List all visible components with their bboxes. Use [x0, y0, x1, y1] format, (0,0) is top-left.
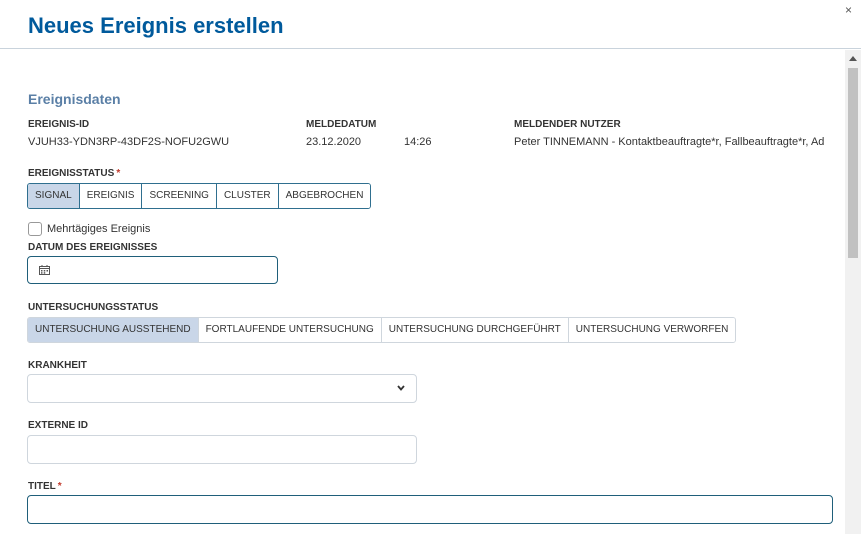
- reporting-user-label: MELDENDER NUTZER: [514, 119, 621, 130]
- event-date-input[interactable]: [27, 256, 278, 284]
- investigation-status-option[interactable]: UNTERSUCHUNG DURCHGEFÜHRT: [381, 318, 569, 342]
- disease-label: KRANKHEIT: [28, 360, 87, 371]
- event-status-option[interactable]: CLUSTER: [216, 184, 279, 208]
- scroll-up-icon[interactable]: [849, 56, 857, 61]
- dialog-header: Neues Ereignis erstellen ×: [0, 0, 861, 49]
- disease-select[interactable]: [27, 374, 417, 403]
- title-input[interactable]: [27, 495, 833, 524]
- event-date-label: DATUM DES EREIGNISSES: [28, 242, 158, 253]
- event-id-value: VJUH33-YDN3RP-43DF2S-NOFU2GWU: [28, 136, 230, 148]
- investigation-status-label: UNTERSUCHUNGSSTATUS: [28, 302, 159, 313]
- investigation-status-option[interactable]: UNTERSUCHUNG VERWORFEN: [568, 318, 736, 342]
- external-id-input[interactable]: [27, 435, 417, 464]
- investigation-status-options: UNTERSUCHUNG AUSSTEHEND FORTLAUFENDE UNTE…: [27, 317, 737, 343]
- report-date-label: MELDEDATUM: [306, 119, 377, 130]
- event-id-label: EREIGNIS-ID: [28, 119, 90, 130]
- vertical-scrollbar[interactable]: [845, 50, 861, 534]
- investigation-status-option[interactable]: UNTERSUCHUNG AUSSTEHEND: [28, 318, 199, 342]
- required-marker: *: [116, 168, 121, 179]
- required-marker: *: [57, 481, 62, 492]
- report-time-value: 14:26: [404, 136, 432, 148]
- dialog-content: Ereignisdaten EREIGNIS-ID VJUH33-YDN3RP-…: [0, 50, 845, 534]
- event-status-option[interactable]: SIGNAL: [28, 184, 80, 208]
- close-icon[interactable]: ×: [845, 4, 852, 16]
- event-status-option[interactable]: SCREENING: [142, 184, 217, 208]
- calendar-icon: [39, 265, 50, 275]
- event-status-option[interactable]: EREIGNIS: [79, 184, 143, 208]
- investigation-status-option[interactable]: FORTLAUFENDE UNTERSUCHUNG: [198, 318, 382, 342]
- multiday-checkbox[interactable]: [28, 222, 42, 236]
- reporting-user-value: Peter TINNEMANN - Kontaktbeauftragte*r, …: [514, 136, 825, 148]
- event-status-label: EREIGNISSTATUS *: [28, 168, 120, 179]
- scrollbar-thumb[interactable]: [848, 68, 858, 258]
- title-label: TITEL *: [28, 481, 62, 492]
- external-id-label: EXTERNE ID: [28, 420, 89, 431]
- event-status-label-text: EREIGNISSTATUS: [28, 168, 115, 179]
- dialog-title: Neues Ereignis erstellen: [28, 13, 284, 38]
- title-label-text: TITEL: [28, 481, 56, 492]
- event-status-option[interactable]: ABGEBROCHEN: [278, 184, 371, 208]
- report-date-value: 23.12.2020: [306, 136, 362, 148]
- section-title: Ereignisdaten: [28, 91, 121, 107]
- chevron-down-icon: [397, 385, 405, 391]
- event-status-options: SIGNAL EREIGNIS SCREENING CLUSTER ABGEBROCHE…: [27, 183, 372, 209]
- multiday-label: Mehrtägiges Ereignis: [47, 223, 151, 235]
